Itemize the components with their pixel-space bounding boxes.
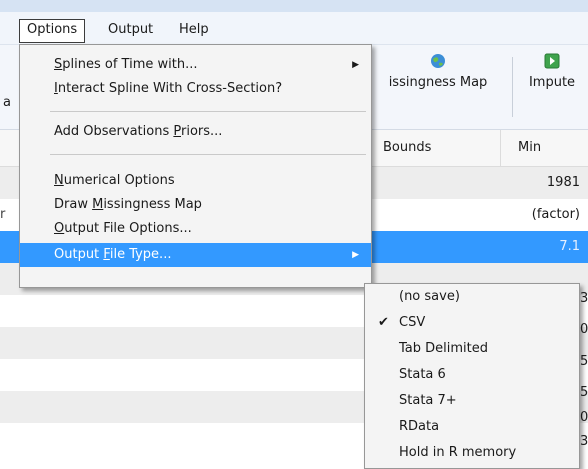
submenu-item-stata-6[interactable]: Stata 6 [365,362,579,388]
menu-separator [50,154,366,155]
menu-item-draw-missingness-map[interactable]: Draw Missingness Map [20,193,371,217]
column-header-min[interactable]: Min [518,130,541,166]
options-dropdown-menu: Splines of Time with... ▶ Interact Splin… [19,44,372,288]
missingness-map-button[interactable]: issingness Map [372,53,504,90]
menu-item-numerical-options[interactable]: Numerical Options [20,169,371,193]
menu-help[interactable]: Help [172,19,216,41]
checkmark-icon: ✔ [378,315,389,330]
submenu-arrow-icon: ▶ [352,60,359,70]
missingness-map-label: issingness Map [388,75,488,90]
menu-bar: Options Output Help [0,12,588,45]
submenu-arrow-icon: ▶ [352,250,359,260]
window-title-strip [0,0,588,12]
submenu-item-rdata[interactable]: RData [365,414,579,440]
row-min-value: 1981 [546,175,580,190]
menu-options[interactable]: Options [19,19,86,43]
menu-item-add-priors[interactable]: Add Observations Priors... [20,120,371,144]
toolbar-separator [512,57,513,117]
menu-output[interactable]: Output [101,19,160,41]
impute-button[interactable]: Impute [516,53,588,90]
menu-item-output-file-type[interactable]: Output File Type... ▶ [20,243,371,267]
menu-item-interact-spline[interactable]: Interact Spline With Cross-Section? [20,77,371,101]
row-left-text: r [0,207,6,222]
submenu-item-no-save[interactable]: (no save) [365,284,579,310]
row-value-peek: 0 [580,322,588,337]
menu-item-splines[interactable]: Splines of Time with... ▶ [20,53,371,77]
row-min-value: (factor) [531,207,580,222]
row-min-value: 7.1 [559,239,580,254]
column-header-bounds[interactable]: Bounds [383,130,431,166]
row-value-peek: 5 [580,385,588,400]
toolbar-partial-label: a [3,95,11,110]
submenu-item-hold-in-r-memory[interactable]: Hold in R memory [365,440,579,466]
menu-separator [50,111,366,112]
submenu-item-csv[interactable]: ✔ CSV [365,310,579,336]
globe-icon [431,54,445,68]
impute-label: Impute [528,75,576,90]
row-value-peek: 3 [580,291,588,306]
play-icon [544,53,560,69]
row-value-peek: 3 [580,434,588,449]
submenu-item-stata-7[interactable]: Stata 7+ [365,388,579,414]
row-value-peek: 5 [580,354,588,369]
row-value-peek: 0 [580,410,588,425]
output-file-type-submenu: (no save) ✔ CSV Tab Delimited Stata 6 St… [364,283,580,469]
column-divider [500,130,501,166]
submenu-item-tab-delimited[interactable]: Tab Delimited [365,336,579,362]
menu-item-output-file-options[interactable]: Output File Options... [20,217,371,241]
